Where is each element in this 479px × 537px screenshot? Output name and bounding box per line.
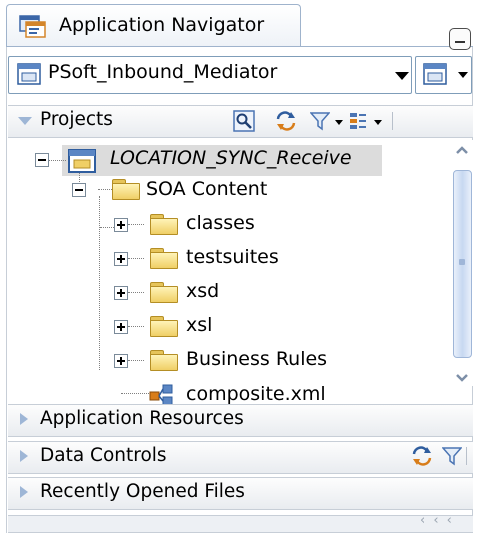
expand-arrow-icon[interactable] [20, 450, 28, 462]
status-strip [8, 515, 473, 533]
toolbar-separator [392, 112, 393, 130]
folder-icon [150, 214, 178, 235]
tree-connector [128, 258, 144, 259]
folder-label-classes[interactable]: classes [186, 212, 255, 234]
tree-connector [128, 292, 144, 293]
application-navigator-icon [19, 15, 46, 38]
soa-content-label[interactable]: SOA Content [146, 178, 267, 200]
application-resources-label: Application Resources [40, 408, 244, 429]
tree-connector [48, 160, 66, 161]
folder-icon [150, 282, 178, 303]
folder-icon [150, 316, 178, 337]
recent-files-label: Recently Opened Files [40, 481, 245, 502]
expand-toggle[interactable] [114, 286, 128, 300]
expand-toggle[interactable] [114, 252, 128, 266]
filter-icon[interactable] [310, 111, 330, 131]
expand-toggle[interactable] [114, 354, 128, 368]
data-controls-label: Data Controls [40, 445, 167, 466]
expand-toggle[interactable] [114, 218, 128, 232]
project-node-label[interactable]: LOCATION_SYNC_Receive [110, 147, 352, 169]
toolbar-separator [466, 447, 467, 465]
navigator-tab-label: Application Navigator [59, 14, 265, 36]
tree-connector [98, 189, 112, 190]
project-icon [68, 149, 96, 173]
collapse-toggle[interactable] [72, 183, 86, 197]
tree-connector [121, 393, 149, 394]
scroll-down-icon[interactable] [454, 371, 470, 385]
scroll-thumb-grip [459, 259, 465, 265]
tree-connector [99, 196, 100, 370]
folder-icon [150, 248, 178, 269]
folder-label-testsuites[interactable]: testsuites [186, 246, 279, 268]
collapse-toggle[interactable] [35, 153, 49, 167]
scroll-up-icon[interactable] [454, 143, 470, 157]
application-icon [17, 63, 41, 85]
tree-connector [128, 224, 144, 225]
search-icon[interactable] [233, 110, 255, 132]
projects-label: Projects [40, 109, 113, 130]
filter-icon[interactable] [442, 446, 462, 466]
expand-arrow-icon[interactable] [20, 413, 28, 425]
tree-connector [128, 360, 144, 361]
chevron-down-icon[interactable] [335, 120, 343, 125]
folder-label-business-rules[interactable]: Business Rules [186, 348, 327, 370]
expand-toggle[interactable] [114, 320, 128, 334]
panel-left-border [6, 46, 7, 533]
collapse-arrow-icon[interactable] [18, 117, 32, 125]
minimize-button[interactable] [449, 28, 471, 50]
composite-file-icon [149, 384, 173, 406]
folder-icon [150, 350, 178, 371]
overflow-indicator-icon[interactable]: ‹ ‹ ‹ [420, 513, 454, 528]
view-options-icon[interactable] [348, 111, 368, 131]
folder-label-xsl[interactable]: xsl [186, 314, 212, 336]
refresh-icon[interactable] [410, 445, 434, 467]
refresh-icon[interactable] [274, 110, 298, 132]
application-selector-value: PSoft_Inbound_Mediator [48, 61, 278, 83]
application-menu-icon [423, 63, 447, 85]
tree-connector [128, 326, 144, 327]
composite-file-label[interactable]: composite.xml [186, 383, 326, 405]
application-navigator-tab[interactable]: Application Navigator [6, 4, 301, 47]
chevron-down-icon[interactable] [374, 120, 382, 125]
tree-connector [100, 227, 114, 228]
chevron-down-icon[interactable] [395, 72, 409, 80]
folder-label-xsd[interactable]: xsd [186, 280, 219, 302]
expand-arrow-icon[interactable] [20, 486, 28, 498]
tab-strip-divider [6, 46, 473, 47]
folder-icon [112, 179, 140, 200]
chevron-down-icon[interactable] [458, 72, 468, 78]
